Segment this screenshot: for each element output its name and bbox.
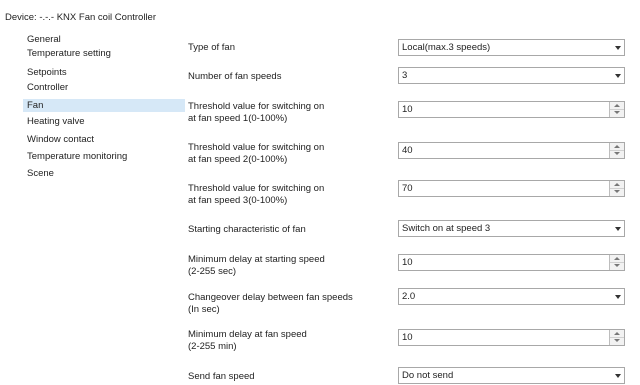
select-value: 3 — [402, 70, 408, 81]
param-label-line: at fan speed 2(0-100%) — [188, 154, 288, 165]
select-value: Switch on at speed 3 — [402, 223, 491, 234]
param-label: Threshold value for switching on at fan … — [188, 142, 324, 166]
sidebar: General Temperature setting Setpoints Co… — [0, 28, 186, 385]
param-label: Minimum delay at starting speed (2-255 s… — [188, 254, 325, 278]
sidebar-item-label: Fan — [27, 100, 44, 111]
threshold-speed-1-input[interactable]: 10 — [398, 101, 625, 118]
param-label-line: Number of fan speeds — [188, 71, 282, 82]
threshold-speed-2-input[interactable]: 40 — [398, 142, 625, 159]
sidebar-item-window-contact[interactable]: Window contact — [27, 133, 94, 146]
sidebar-item-temperature-setting[interactable]: Temperature setting — [27, 47, 111, 60]
sidebar-item-label: Heating valve — [27, 116, 85, 127]
minimum-delay-starting-speed-input[interactable]: 10 — [398, 254, 625, 271]
spinner — [609, 181, 624, 196]
sidebar-item-label: Temperature setting — [27, 48, 111, 59]
spin-down-icon[interactable] — [610, 109, 624, 116]
sidebar-item-label: Setpoints — [27, 67, 67, 78]
param-label-line: Type of fan — [188, 42, 236, 53]
sidebar-item-controller[interactable]: Controller — [27, 81, 68, 94]
spinner — [609, 143, 624, 158]
input-value: 70 — [402, 183, 413, 194]
window-title: Device: -.-.- KNX Fan coil Controller — [5, 12, 156, 23]
sidebar-item-heating-valve[interactable]: Heating valve — [27, 115, 85, 128]
param-label-line: Send fan speed — [188, 371, 255, 382]
sidebar-item-label: Controller — [27, 82, 69, 93]
select-value: Do not send — [402, 370, 454, 381]
chevron-down-icon — [615, 295, 621, 299]
input-value: 10 — [402, 104, 413, 115]
input-value: 40 — [402, 145, 413, 156]
spinner — [609, 102, 624, 117]
minimum-delay-fan-speed-input[interactable]: 10 — [398, 329, 625, 346]
number-of-fan-speeds-select[interactable]: 3 — [398, 67, 625, 84]
param-label-line: Threshold value for switching on — [188, 101, 325, 112]
parameter-panel: Type of fan Local(max.3 speeds) Number o… — [185, 28, 640, 385]
starting-characteristic-select[interactable]: Switch on at speed 3 — [398, 220, 625, 237]
send-fan-speed-select[interactable]: Do not send — [398, 367, 625, 384]
param-label-line: Starting characteristic of fan — [188, 224, 306, 235]
sidebar-item-temperature-monitoring[interactable]: Temperature monitoring — [27, 150, 127, 163]
spin-down-icon[interactable] — [610, 262, 624, 269]
threshold-speed-3-input[interactable]: 70 — [398, 180, 625, 197]
param-label: Starting characteristic of fan — [188, 224, 306, 236]
param-label-line: (2-255 sec) — [188, 266, 237, 277]
sidebar-item-scene[interactable]: Scene — [27, 167, 54, 180]
param-label-line: Threshold value for switching on — [188, 183, 325, 194]
param-label: Threshold value for switching on at fan … — [188, 183, 324, 207]
sidebar-item-setpoints[interactable]: Setpoints — [27, 66, 67, 79]
spinner — [609, 255, 624, 270]
param-label-line: (2-255 min) — [188, 341, 237, 352]
sidebar-item-general[interactable]: General — [27, 33, 61, 46]
param-label-line: at fan speed 1(0-100%) — [188, 113, 288, 124]
param-label: Minimum delay at fan speed (2-255 min) — [188, 329, 307, 353]
sidebar-item-fan[interactable]: Fan — [23, 99, 185, 112]
select-value: 2.0 — [402, 291, 416, 302]
type-of-fan-select[interactable]: Local(max.3 speeds) — [398, 39, 625, 56]
param-label-line: at fan speed 3(0-100%) — [188, 195, 288, 206]
param-label-line: Minimum delay at fan speed — [188, 329, 307, 340]
spin-down-icon[interactable] — [610, 188, 624, 195]
chevron-down-icon — [615, 74, 621, 78]
chevron-down-icon — [615, 374, 621, 378]
spinner — [609, 330, 624, 345]
input-value: 10 — [402, 332, 413, 343]
param-label: Threshold value for switching on at fan … — [188, 101, 324, 125]
sidebar-item-label: General — [27, 34, 61, 45]
param-label-line: Changeover delay between fan speeds — [188, 292, 353, 303]
window-titlebar: Device: -.-.- KNX Fan coil Controller — [0, 0, 640, 28]
spin-down-icon[interactable] — [610, 337, 624, 344]
param-label: Type of fan — [188, 42, 235, 54]
sidebar-item-label: Temperature monitoring — [27, 151, 128, 162]
param-label: Send fan speed — [188, 371, 255, 383]
spin-down-icon[interactable] — [610, 150, 624, 157]
changeover-delay-select[interactable]: 2.0 — [398, 288, 625, 305]
sidebar-item-label: Scene — [27, 168, 54, 179]
param-label-line: Minimum delay at starting speed — [188, 254, 325, 265]
chevron-down-icon — [615, 46, 621, 50]
param-label-line: (In sec) — [188, 304, 220, 315]
sidebar-item-label: Window contact — [27, 134, 95, 145]
param-label: Changeover delay between fan speeds (In … — [188, 292, 353, 316]
param-label: Number of fan speeds — [188, 71, 281, 83]
input-value: 10 — [402, 257, 413, 268]
select-value: Local(max.3 speeds) — [402, 42, 491, 53]
param-label-line: Threshold value for switching on — [188, 142, 325, 153]
chevron-down-icon — [615, 227, 621, 231]
